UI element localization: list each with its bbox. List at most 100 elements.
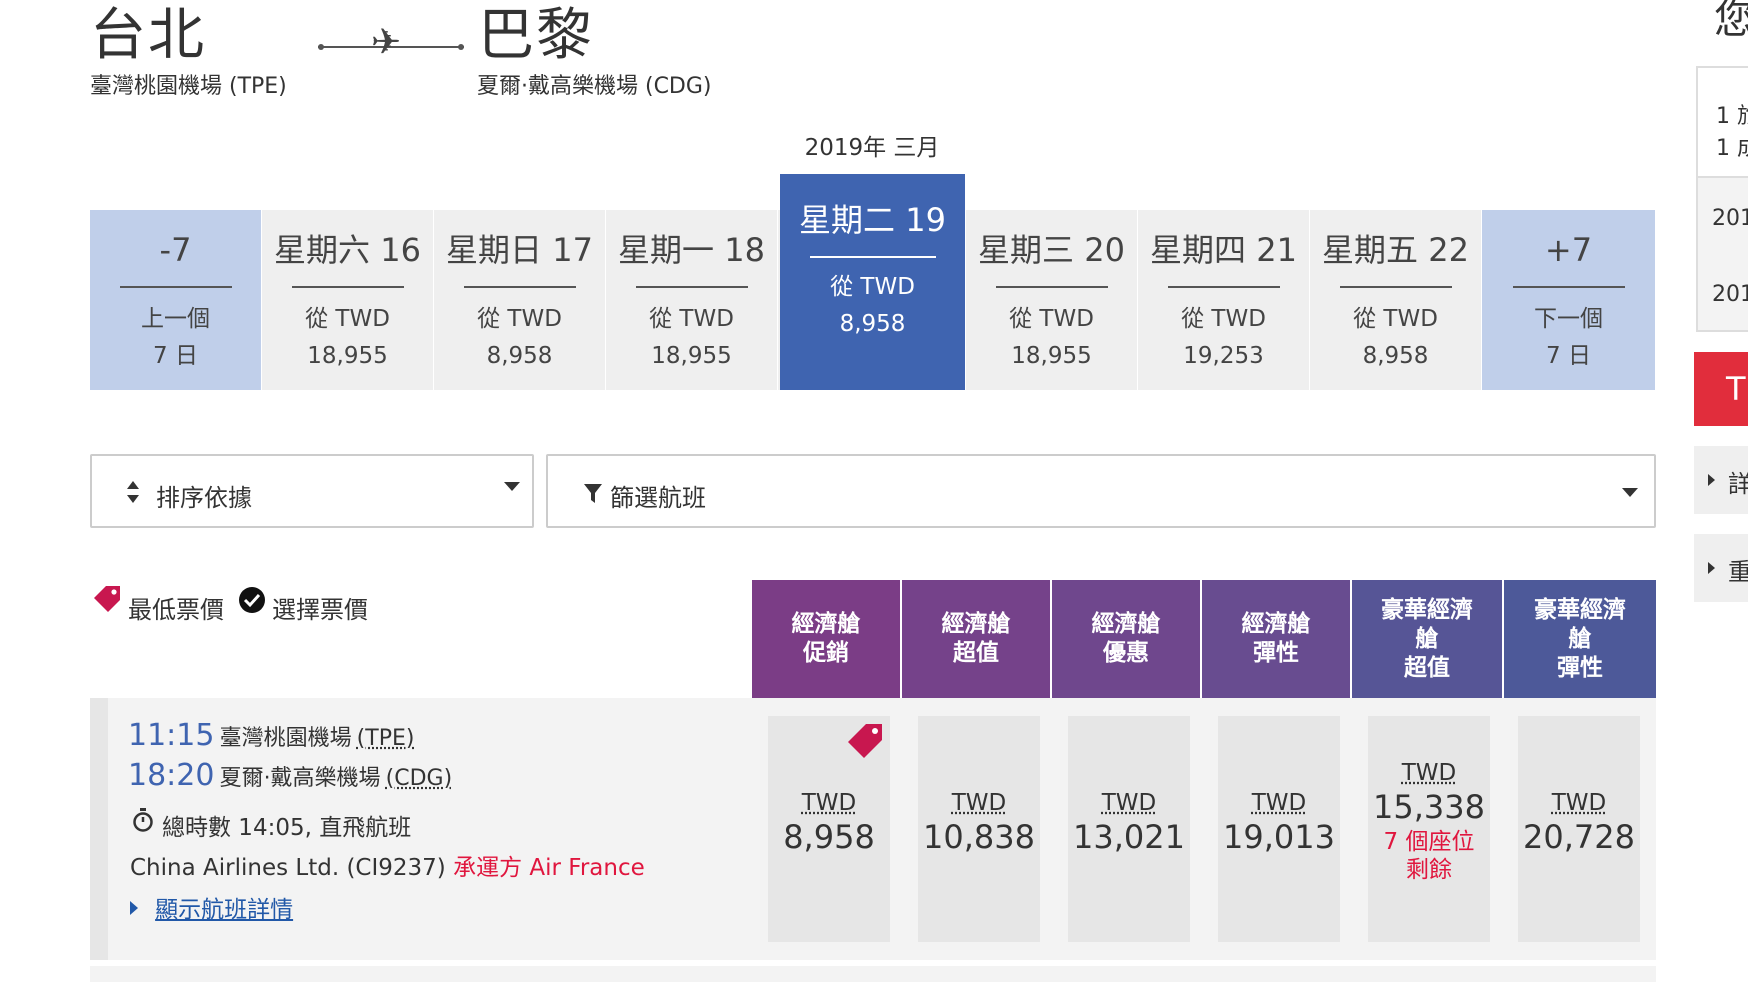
date-tab-17[interactable]: 星期日 17 從 TWD 8,958 (434, 210, 606, 390)
date-tab-from: 從 TWD (606, 304, 777, 334)
arrival-time: 18:20 (128, 758, 214, 793)
fare-header-line: 豪華經濟 (1534, 596, 1626, 625)
departure-code[interactable]: (TPE) (357, 726, 415, 751)
operated-by: 承運方 Air France (453, 855, 645, 881)
filter-icon (584, 484, 602, 504)
fare-header-economy-promo: 經濟艙 促銷 (752, 580, 902, 698)
date-tab-price: 18,955 (262, 336, 433, 376)
caret-right-icon (1708, 474, 1715, 486)
fare-header-line: 優惠 (1092, 639, 1161, 668)
sidebar-title: 您 (1714, 0, 1748, 40)
next-week-days: 7 日 (1482, 336, 1655, 376)
next-week-button[interactable]: +7 下一個 7 日 (1482, 210, 1656, 390)
date-tab-22[interactable]: 星期五 22 從 TWD 8,958 (1310, 210, 1482, 390)
date-tab-day: 星期六 16 (262, 230, 433, 270)
fare-header-line: 經濟艙 (1092, 610, 1161, 639)
fare-cell-premium-value[interactable]: TWD 15,338 7 個座位 剩餘 (1368, 716, 1490, 942)
caret-right-icon (130, 901, 138, 915)
fare-header-premium-value: 豪華經濟艙超值 (1352, 580, 1504, 698)
month-label: 2019年 三月 (780, 128, 964, 162)
date-tab-from: 從 TWD (966, 304, 1137, 334)
sort-icon (126, 480, 140, 504)
route-arrow: ✈ (318, 46, 464, 48)
fare-amount: 13,021 (1068, 818, 1190, 856)
prev-week-label: -7 (90, 230, 261, 270)
fare-header-line: 經濟艙 (942, 610, 1011, 639)
legend-lowest-fare: 最低票價 (128, 590, 224, 625)
fare-header-line: 經濟艙 (792, 610, 861, 639)
legend-selected-fare: 選擇票價 (272, 590, 368, 625)
fare-currency: TWD (1368, 760, 1490, 786)
caret-right-icon (1708, 562, 1715, 574)
fare-amount: 8,958 (768, 818, 890, 856)
date-tab-price: 19,253 (1138, 336, 1309, 376)
next-week-label: +7 (1482, 230, 1655, 270)
date-tab-16[interactable]: 星期六 16 從 TWD 18,955 (262, 210, 434, 390)
sidebar-continue-button[interactable]: T (1694, 352, 1748, 426)
lowest-fare-tag-icon (844, 720, 886, 762)
arrival-code[interactable]: (CDG) (386, 766, 453, 791)
fare-header-line: 經濟艙 (1242, 610, 1311, 639)
destination-airport: 夏爾·戴高樂機場 (CDG) (477, 68, 712, 100)
sidebar-details-label: 詳 (1728, 464, 1748, 499)
date-tab-19-selected[interactable]: 星期二 19 從 TWD 8,958 (780, 174, 966, 390)
sidebar-date: 201 (1712, 206, 1748, 231)
flight-details-toggle[interactable]: 顯示航班詳情 (130, 890, 293, 924)
origin-city: 台北 (90, 8, 206, 64)
date-tab-day: 星期三 20 (966, 230, 1137, 270)
date-tab-day: 星期五 22 (1310, 230, 1481, 270)
fare-header-economy-discount: 經濟艙 優惠 (1052, 580, 1202, 698)
sidebar-details-item[interactable]: 詳 (1694, 446, 1748, 514)
fare-currency: TWD (918, 790, 1040, 816)
departure-time: 11:15 (128, 718, 214, 753)
sidebar-continue-label: T (1726, 370, 1746, 408)
fare-header-premium-flex: 豪華經濟艙彈性 (1504, 580, 1656, 698)
flight-details-link[interactable]: 顯示航班詳情 (155, 897, 293, 923)
date-tab-price: 18,955 (966, 336, 1137, 376)
sort-label: 排序依據 (156, 478, 252, 513)
date-tab-18[interactable]: 星期一 18 從 TWD 18,955 (606, 210, 778, 390)
date-tab-from: 從 TWD (434, 304, 605, 334)
fare-header-economy-flex: 經濟艙 彈性 (1202, 580, 1352, 698)
fare-header-line: 超值 (1381, 654, 1473, 683)
arrival-line: 18:20 夏爾·戴高樂機場 (CDG) (128, 758, 452, 793)
stopwatch-icon (132, 808, 154, 832)
fare-header-line: 超值 (942, 639, 1011, 668)
fare-header-line: 艙 (1381, 625, 1473, 654)
prev-week-days: 7 日 (90, 336, 261, 376)
check-circle-icon (238, 586, 266, 614)
date-tab-day: 星期一 18 (606, 230, 777, 270)
fare-cell-economy-promo[interactable]: TWD 8,958 (768, 716, 890, 942)
origin-airport: 臺灣桃園機場 (TPE) (90, 68, 287, 100)
prev-week-text: 上一個 (90, 304, 261, 334)
fare-amount: 19,013 (1218, 818, 1340, 856)
fare-cell-premium-flex[interactable]: TWD 20,728 (1518, 716, 1640, 942)
fare-header-line: 豪華經濟 (1381, 596, 1473, 625)
chevron-down-icon (504, 482, 520, 491)
price-tag-icon (92, 584, 122, 614)
date-tab-price: 8,958 (780, 304, 965, 344)
fare-header-line: 彈性 (1242, 639, 1311, 668)
date-tab-20[interactable]: 星期三 20 從 TWD 18,955 (966, 210, 1138, 390)
fare-cell-economy-value[interactable]: TWD 10,838 (918, 716, 1040, 942)
sidebar-reset-item[interactable]: 重 (1694, 534, 1748, 602)
prev-week-button[interactable]: -7 上一個 7 日 (90, 210, 262, 390)
date-tab-price: 8,958 (434, 336, 605, 376)
date-tab-from: 從 TWD (1310, 304, 1481, 334)
fare-cell-economy-flex[interactable]: TWD 19,013 (1218, 716, 1340, 942)
date-tab-price: 8,958 (1310, 336, 1481, 376)
sort-select[interactable]: 排序依據 (90, 454, 534, 528)
carrier-line: China Airlines Ltd. (CI9237) 承運方 Air Fra… (130, 848, 645, 882)
sidebar-summary-lower (1698, 178, 1748, 330)
filter-label: 篩選航班 (610, 478, 706, 513)
fare-amount: 15,338 (1368, 788, 1490, 826)
fare-amount: 20,728 (1518, 818, 1640, 856)
date-tab-from: 從 TWD (262, 304, 433, 334)
fare-cell-economy-discount[interactable]: TWD 13,021 (1068, 716, 1190, 942)
fare-header-line: 艙 (1534, 625, 1626, 654)
fare-header-line: 彈性 (1534, 654, 1626, 683)
fare-currency: TWD (1518, 790, 1640, 816)
date-tab-21[interactable]: 星期四 21 從 TWD 19,253 (1138, 210, 1310, 390)
sidebar-reset-label: 重 (1728, 552, 1748, 587)
filter-select[interactable]: 篩選航班 (546, 454, 1656, 528)
